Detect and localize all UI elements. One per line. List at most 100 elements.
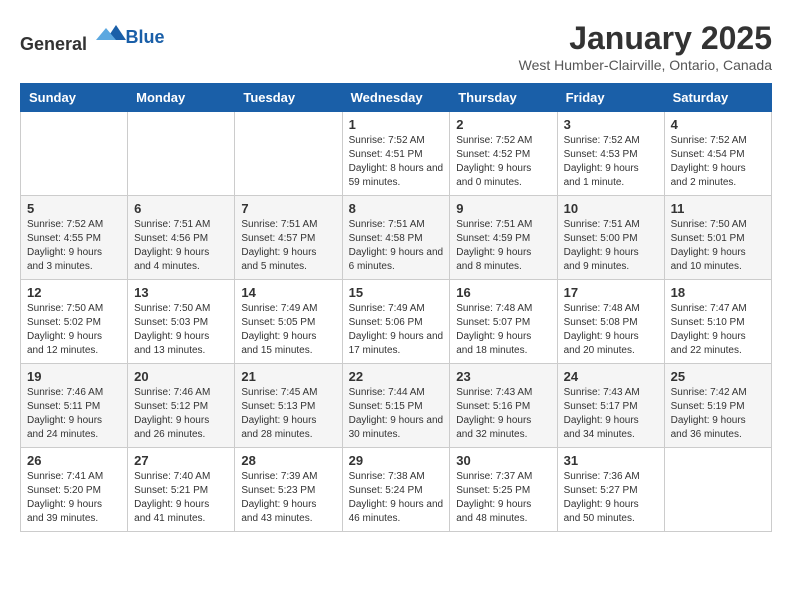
day-number: 18: [671, 285, 765, 300]
day-info: Sunrise: 7:44 AMSunset: 5:15 PMDaylight:…: [349, 386, 444, 442]
calendar-cell: 28 Sunrise: 7:39 AMSunset: 5:23 PMDayligh…: [235, 448, 342, 532]
day-info: Sunrise: 7:39 AMSunset: 5:23 PMDaylight:…: [241, 470, 335, 526]
day-info: Sunrise: 7:51 AMSunset: 5:00 PMDaylight:…: [564, 218, 658, 274]
calendar-cell: 12 Sunrise: 7:50 AMSunset: 5:02 PMDayligh…: [21, 280, 128, 364]
day-info: Sunrise: 7:50 AMSunset: 5:01 PMDaylight:…: [671, 218, 765, 274]
calendar-cell: 17 Sunrise: 7:48 AMSunset: 5:08 PMDayligh…: [557, 280, 664, 364]
day-number: 17: [564, 285, 658, 300]
day-info: Sunrise: 7:37 AMSunset: 5:25 PMDaylight:…: [456, 470, 550, 526]
day-info: Sunrise: 7:45 AMSunset: 5:13 PMDaylight:…: [241, 386, 335, 442]
calendar-header-row: SundayMondayTuesdayWednesdayThursdayFrid…: [21, 84, 772, 112]
day-info: Sunrise: 7:52 AMSunset: 4:52 PMDaylight:…: [456, 134, 550, 190]
day-info: Sunrise: 7:47 AMSunset: 5:10 PMDaylight:…: [671, 302, 765, 358]
calendar-cell: 16 Sunrise: 7:48 AMSunset: 5:07 PMDayligh…: [450, 280, 557, 364]
calendar-cell: 10 Sunrise: 7:51 AMSunset: 5:00 PMDayligh…: [557, 196, 664, 280]
calendar-cell: 29 Sunrise: 7:38 AMSunset: 5:24 PMDayligh…: [342, 448, 450, 532]
day-info: Sunrise: 7:49 AMSunset: 5:06 PMDaylight:…: [349, 302, 444, 358]
calendar-cell: 19Sunrise: 7:46 AMSunset: 5:11 PMDayligh…: [21, 364, 128, 448]
calendar-cell: 8 Sunrise: 7:51 AMSunset: 4:58 PMDaylight…: [342, 196, 450, 280]
day-number: 30: [456, 453, 550, 468]
calendar-cell: 26 Sunrise: 7:41 AMSunset: 5:20 PMDayligh…: [21, 448, 128, 532]
weekday-header: Monday: [128, 84, 235, 112]
day-info: Sunrise: 7:43 AMSunset: 5:17 PMDaylight:…: [564, 386, 658, 442]
calendar-cell: 13 Sunrise: 7:50 AMSunset: 5:03 PMDayligh…: [128, 280, 235, 364]
weekday-header: Tuesday: [235, 84, 342, 112]
day-info: Sunrise: 7:52 AMSunset: 4:54 PMDaylight:…: [671, 134, 765, 190]
day-info: Sunrise: 7:36 AMSunset: 5:27 PMDaylight:…: [564, 470, 658, 526]
day-number: 13: [134, 285, 228, 300]
calendar-cell: 5Sunrise: 7:52 AMSunset: 4:55 PMDaylight…: [21, 196, 128, 280]
day-number: 4: [671, 117, 765, 132]
day-number: 20: [134, 369, 228, 384]
calendar-cell: 6 Sunrise: 7:51 AMSunset: 4:56 PMDaylight…: [128, 196, 235, 280]
day-info: Sunrise: 7:52 AMSunset: 4:51 PMDaylight:…: [349, 134, 444, 190]
calendar-cell: [664, 448, 771, 532]
day-info: Sunrise: 7:51 AMSunset: 4:59 PMDaylight:…: [456, 218, 550, 274]
calendar-cell: 23Sunrise: 7:43 AMSunset: 5:16 PMDayligh…: [450, 364, 557, 448]
day-number: 26: [27, 453, 121, 468]
day-number: 8: [349, 201, 444, 216]
day-info: Sunrise: 7:51 AMSunset: 4:56 PMDaylight:…: [134, 218, 228, 274]
calendar-cell: 18 Sunrise: 7:47 AMSunset: 5:10 PMDayligh…: [664, 280, 771, 364]
calendar-cell: [235, 112, 342, 196]
calendar-cell: 4 Sunrise: 7:52 AMSunset: 4:54 PMDaylight…: [664, 112, 771, 196]
day-number: 12: [27, 285, 121, 300]
day-info: Sunrise: 7:40 AMSunset: 5:21 PMDaylight:…: [134, 470, 228, 526]
calendar-week-row: 12 Sunrise: 7:50 AMSunset: 5:02 PMDayligh…: [21, 280, 772, 364]
day-info: Sunrise: 7:38 AMSunset: 5:24 PMDaylight:…: [349, 470, 444, 526]
day-number: 27: [134, 453, 228, 468]
calendar-table: SundayMondayTuesdayWednesdayThursdayFrid…: [20, 83, 772, 532]
day-number: 28: [241, 453, 335, 468]
day-number: 23: [456, 369, 550, 384]
calendar-cell: [21, 112, 128, 196]
calendar-cell: 11Sunrise: 7:50 AMSunset: 5:01 PMDayligh…: [664, 196, 771, 280]
day-info: Sunrise: 7:42 AMSunset: 5:19 PMDaylight:…: [671, 386, 765, 442]
day-info: Sunrise: 7:52 AMSunset: 4:53 PMDaylight:…: [564, 134, 658, 190]
calendar-title: January 2025: [519, 20, 772, 57]
calendar-cell: 7Sunrise: 7:51 AMSunset: 4:57 PMDaylight…: [235, 196, 342, 280]
weekday-header: Wednesday: [342, 84, 450, 112]
calendar-week-row: 19Sunrise: 7:46 AMSunset: 5:11 PMDayligh…: [21, 364, 772, 448]
day-number: 15: [349, 285, 444, 300]
calendar-cell: 1 Sunrise: 7:52 AMSunset: 4:51 PMDaylight…: [342, 112, 450, 196]
calendar-subtitle: West Humber-Clairville, Ontario, Canada: [519, 57, 772, 73]
day-number: 9: [456, 201, 550, 216]
calendar-cell: 20Sunrise: 7:46 AMSunset: 5:12 PMDayligh…: [128, 364, 235, 448]
calendar-cell: [128, 112, 235, 196]
calendar-cell: 24Sunrise: 7:43 AMSunset: 5:17 PMDayligh…: [557, 364, 664, 448]
day-number: 31: [564, 453, 658, 468]
calendar-cell: 27 Sunrise: 7:40 AMSunset: 5:21 PMDayligh…: [128, 448, 235, 532]
day-number: 6: [134, 201, 228, 216]
weekday-header: Thursday: [450, 84, 557, 112]
day-info: Sunrise: 7:41 AMSunset: 5:20 PMDaylight:…: [27, 470, 121, 526]
logo-icon: [96, 20, 126, 50]
day-info: Sunrise: 7:50 AMSunset: 5:02 PMDaylight:…: [27, 302, 121, 358]
day-number: 10: [564, 201, 658, 216]
calendar-week-row: 26 Sunrise: 7:41 AMSunset: 5:20 PMDayligh…: [21, 448, 772, 532]
logo-general: General: [20, 34, 87, 54]
calendar-cell: 21 Sunrise: 7:45 AMSunset: 5:13 PMDayligh…: [235, 364, 342, 448]
calendar-cell: 2 Sunrise: 7:52 AMSunset: 4:52 PMDaylight…: [450, 112, 557, 196]
day-number: 29: [349, 453, 444, 468]
weekday-header: Saturday: [664, 84, 771, 112]
page-header: General Blue January 2025 West Humber-Cl…: [20, 20, 772, 73]
day-number: 22: [349, 369, 444, 384]
day-number: 7: [241, 201, 335, 216]
day-number: 19: [27, 369, 121, 384]
calendar-cell: 3Sunrise: 7:52 AMSunset: 4:53 PMDaylight…: [557, 112, 664, 196]
day-number: 2: [456, 117, 550, 132]
day-info: Sunrise: 7:48 AMSunset: 5:08 PMDaylight:…: [564, 302, 658, 358]
day-number: 14: [241, 285, 335, 300]
calendar-cell: 14Sunrise: 7:49 AMSunset: 5:05 PMDayligh…: [235, 280, 342, 364]
day-number: 5: [27, 201, 121, 216]
weekday-header: Friday: [557, 84, 664, 112]
calendar-cell: 25Sunrise: 7:42 AMSunset: 5:19 PMDayligh…: [664, 364, 771, 448]
day-info: Sunrise: 7:48 AMSunset: 5:07 PMDaylight:…: [456, 302, 550, 358]
day-number: 16: [456, 285, 550, 300]
day-info: Sunrise: 7:51 AMSunset: 4:58 PMDaylight:…: [349, 218, 444, 274]
day-info: Sunrise: 7:50 AMSunset: 5:03 PMDaylight:…: [134, 302, 228, 358]
day-number: 21: [241, 369, 335, 384]
calendar-cell: 30 Sunrise: 7:37 AMSunset: 5:25 PMDayligh…: [450, 448, 557, 532]
day-number: 1: [349, 117, 444, 132]
title-area: January 2025 West Humber-Clairville, Ont…: [519, 20, 772, 73]
